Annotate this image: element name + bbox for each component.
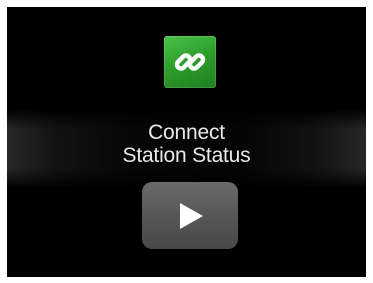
link-icon (174, 53, 206, 71)
title-line-2: Station Status (122, 144, 251, 167)
title-line-1: Connect (148, 121, 225, 144)
link-tile (164, 36, 216, 88)
play-icon (180, 203, 203, 229)
video-frame: Connect Station Status (7, 7, 366, 277)
play-button[interactable] (142, 182, 238, 249)
